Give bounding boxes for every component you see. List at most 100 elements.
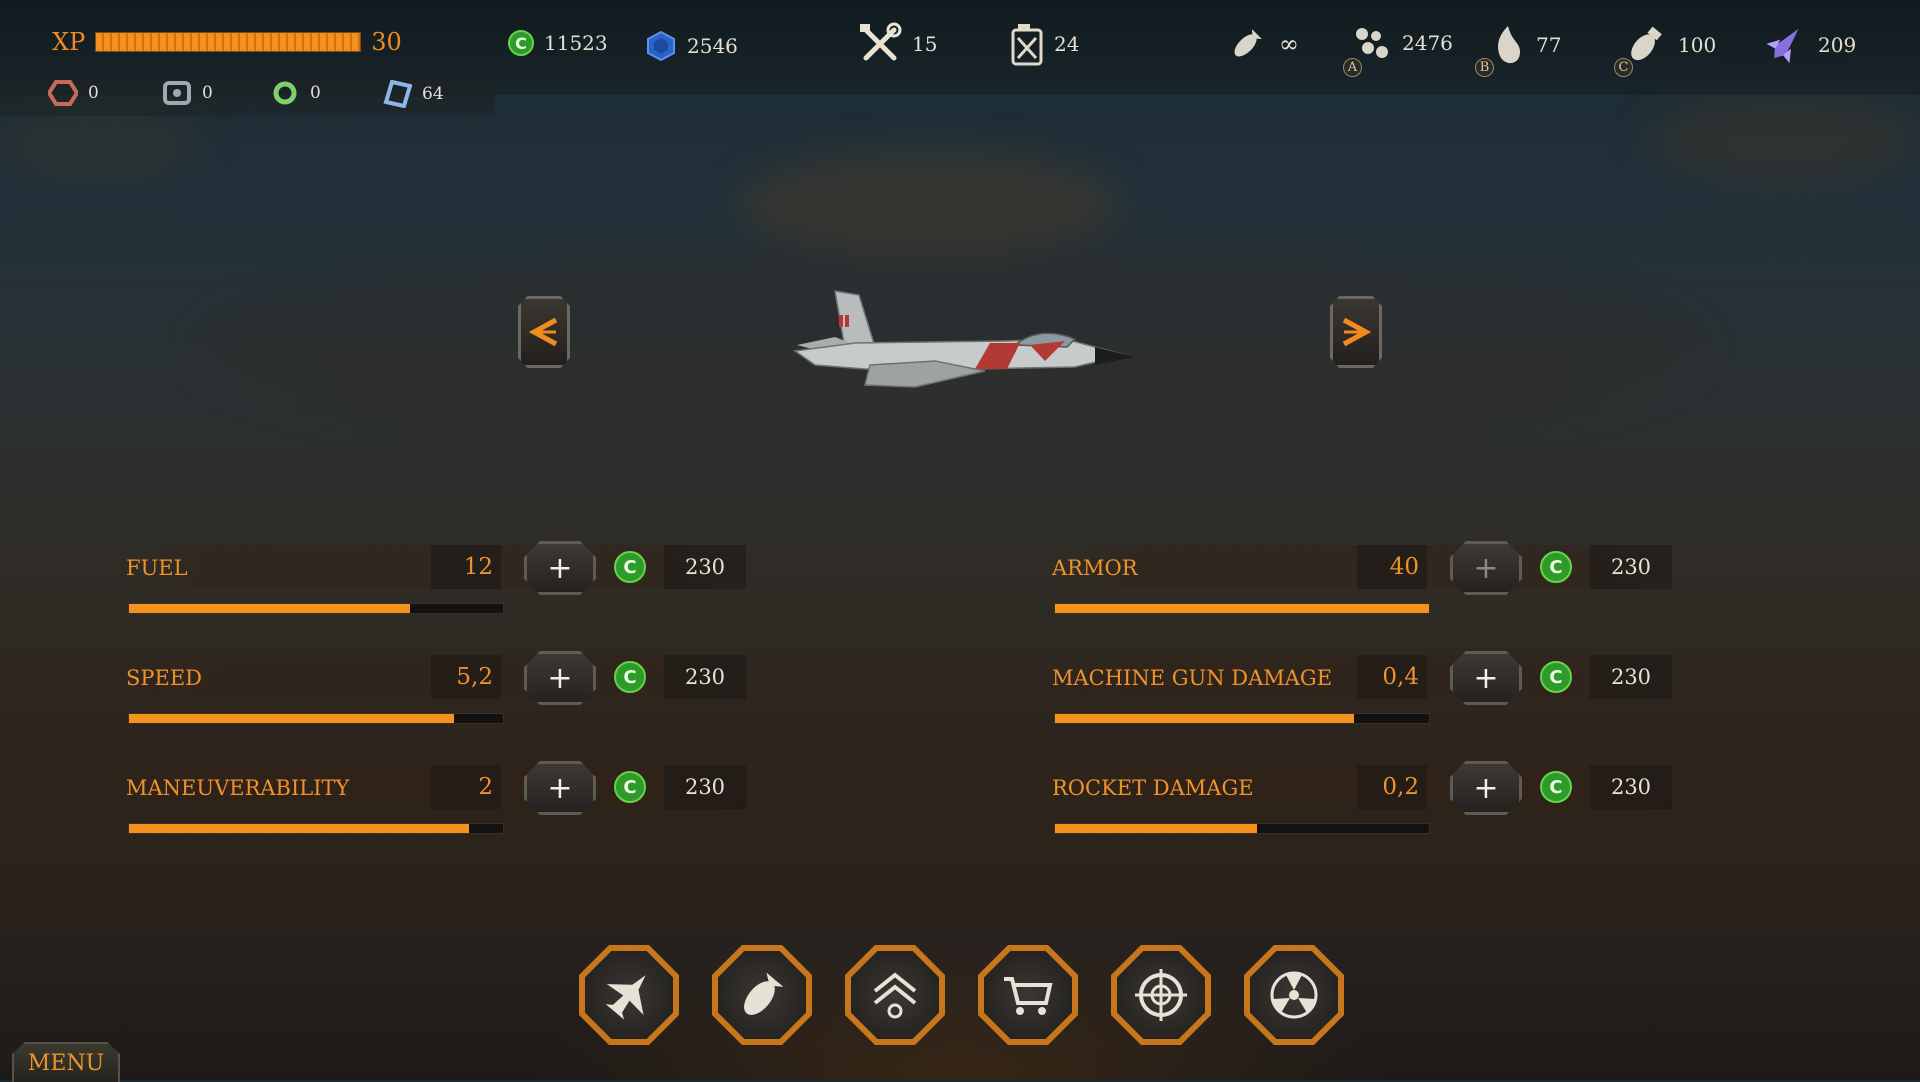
stat-name: ARMOR bbox=[1052, 556, 1138, 580]
part-slot: 0 bbox=[48, 80, 99, 106]
repair-tools-icon bbox=[860, 22, 902, 61]
cloud bbox=[0, 110, 200, 180]
coins-count: 11523 bbox=[544, 31, 608, 55]
upgrade-price: 230 bbox=[1590, 765, 1672, 809]
upgrade-speed-button[interactable]: + bbox=[524, 651, 596, 705]
nav-target-button[interactable] bbox=[1111, 945, 1211, 1045]
coin-icon: C bbox=[1540, 551, 1572, 583]
stat-value: 40 bbox=[1357, 545, 1427, 589]
nav-button-face bbox=[851, 951, 939, 1039]
nav-rank-button[interactable] bbox=[845, 945, 945, 1045]
napalm-icon bbox=[1498, 26, 1520, 64]
stat-name: FUEL bbox=[126, 556, 188, 580]
cluster-bomb-icon bbox=[1356, 28, 1388, 58]
blue-gem-icon bbox=[647, 30, 675, 62]
next-aircraft-button[interactable] bbox=[1330, 296, 1382, 368]
stat-name: ROCKET DAMAGE bbox=[1052, 776, 1254, 800]
weapon-slot[interactable]: 209 bbox=[1762, 22, 1856, 68]
chevron-right-icon bbox=[1342, 317, 1372, 347]
weapon-slot[interactable]: ∞ bbox=[1225, 22, 1299, 66]
nav-button-face bbox=[585, 951, 673, 1039]
stat-value: 0,4 bbox=[1357, 655, 1427, 699]
cloud bbox=[1650, 95, 1920, 185]
stat-bar bbox=[1054, 603, 1430, 614]
nav-shop-button[interactable] bbox=[978, 945, 1078, 1045]
stat-name: MACHINE GUN DAMAGE bbox=[1052, 666, 1333, 690]
weapon-count: ∞ bbox=[1279, 30, 1299, 58]
blue-crystal-part-icon bbox=[383, 80, 412, 108]
stat-bar-fill bbox=[129, 604, 410, 613]
coin-icon: C bbox=[614, 771, 646, 803]
radiation-special-icon bbox=[1270, 971, 1318, 1019]
upgrade-rocket-button[interactable]: + bbox=[1450, 761, 1522, 815]
upgrade-price: 230 bbox=[664, 765, 746, 809]
fuel-cans-count: 24 bbox=[1054, 32, 1080, 56]
gems-display: 2546 bbox=[645, 30, 738, 62]
special-missile-icon bbox=[1766, 28, 1799, 64]
aircraft-icon bbox=[605, 975, 646, 1020]
weapon-count: 209 bbox=[1818, 33, 1857, 57]
upgrade-maneuverability-button[interactable]: + bbox=[524, 761, 596, 815]
part-slot: 64 bbox=[382, 80, 444, 108]
weapon-badge-a: A bbox=[1343, 58, 1362, 77]
nav-button-face bbox=[1250, 951, 1338, 1039]
stat-value: 0,2 bbox=[1357, 765, 1427, 809]
part-slot: 0 bbox=[270, 80, 321, 106]
weapon-slot[interactable]: 2476 bbox=[1350, 22, 1453, 64]
fighter-jet-image bbox=[792, 290, 1135, 388]
stat-bar-fill bbox=[1055, 714, 1355, 723]
upgrade-price: 230 bbox=[664, 655, 746, 699]
upgrade-machine-gun-button[interactable]: + bbox=[1450, 651, 1522, 705]
part-count: 0 bbox=[88, 83, 99, 103]
stat-value: 2 bbox=[431, 765, 501, 809]
shop-cart-icon bbox=[1004, 977, 1053, 1015]
repair-count: 15 bbox=[912, 32, 938, 56]
rank-upgrade-icon bbox=[873, 972, 917, 1019]
weapon-count: 77 bbox=[1536, 33, 1562, 57]
green-ring-part-icon bbox=[273, 81, 297, 105]
repair-display: 15 bbox=[858, 22, 937, 66]
part-count: 0 bbox=[310, 83, 321, 103]
bomb-weapons-icon bbox=[744, 972, 784, 1015]
coin-icon: C bbox=[1540, 771, 1572, 803]
stat-fuel: FUEL 12 + C 230 bbox=[126, 541, 766, 615]
weapon-count: 2476 bbox=[1402, 31, 1453, 55]
weapon-badge-c: C bbox=[1614, 58, 1633, 77]
chevron-left-icon bbox=[528, 317, 558, 347]
weapon-slot[interactable]: 77 bbox=[1490, 22, 1561, 68]
coin-icon: C bbox=[1540, 661, 1572, 693]
nav-aircraft-button[interactable] bbox=[579, 945, 679, 1045]
coins-display: C 11523 bbox=[508, 30, 608, 56]
nav-button-face bbox=[1117, 951, 1205, 1039]
weapon-count: 100 bbox=[1678, 33, 1717, 57]
coin-icon: C bbox=[508, 30, 534, 56]
stat-value: 12 bbox=[431, 545, 501, 589]
nav-weapons-button[interactable] bbox=[712, 945, 812, 1045]
stat-bar-fill bbox=[1055, 824, 1257, 833]
upgrade-armor-button[interactable]: + bbox=[1450, 541, 1522, 595]
stat-machine-gun-damage: MACHINE GUN DAMAGE 0,4 + C 230 bbox=[1052, 651, 1692, 725]
stat-bar bbox=[128, 713, 504, 724]
menu-button[interactable]: MENU bbox=[12, 1042, 120, 1082]
grey-gear-part-icon bbox=[163, 81, 191, 105]
fuel-cans-display: 24 bbox=[1010, 22, 1079, 66]
upgrade-fuel-button[interactable]: + bbox=[524, 541, 596, 595]
nav-button-face bbox=[984, 951, 1072, 1039]
stat-bar-fill bbox=[129, 714, 455, 723]
stat-bar bbox=[128, 603, 504, 614]
xp-bar bbox=[95, 32, 362, 52]
previous-aircraft-button[interactable] bbox=[518, 296, 570, 368]
bomb-icon bbox=[1234, 29, 1262, 57]
target-crosshair-icon bbox=[1135, 969, 1187, 1021]
stat-bar-fill bbox=[1055, 604, 1429, 613]
cloud bbox=[740, 150, 1120, 260]
stat-bar bbox=[128, 823, 504, 834]
stat-rocket-damage: ROCKET DAMAGE 0,2 + C 230 bbox=[1052, 761, 1692, 835]
red-hex-part-icon bbox=[48, 80, 78, 106]
xp-level: 30 bbox=[371, 28, 402, 56]
stat-armor: ARMOR 40 + C 230 bbox=[1052, 541, 1692, 615]
stat-bar bbox=[1054, 823, 1430, 834]
nav-special-button[interactable] bbox=[1244, 945, 1344, 1045]
weapon-slot[interactable]: 100 bbox=[1622, 22, 1716, 68]
xp-bar-fill bbox=[96, 33, 361, 51]
